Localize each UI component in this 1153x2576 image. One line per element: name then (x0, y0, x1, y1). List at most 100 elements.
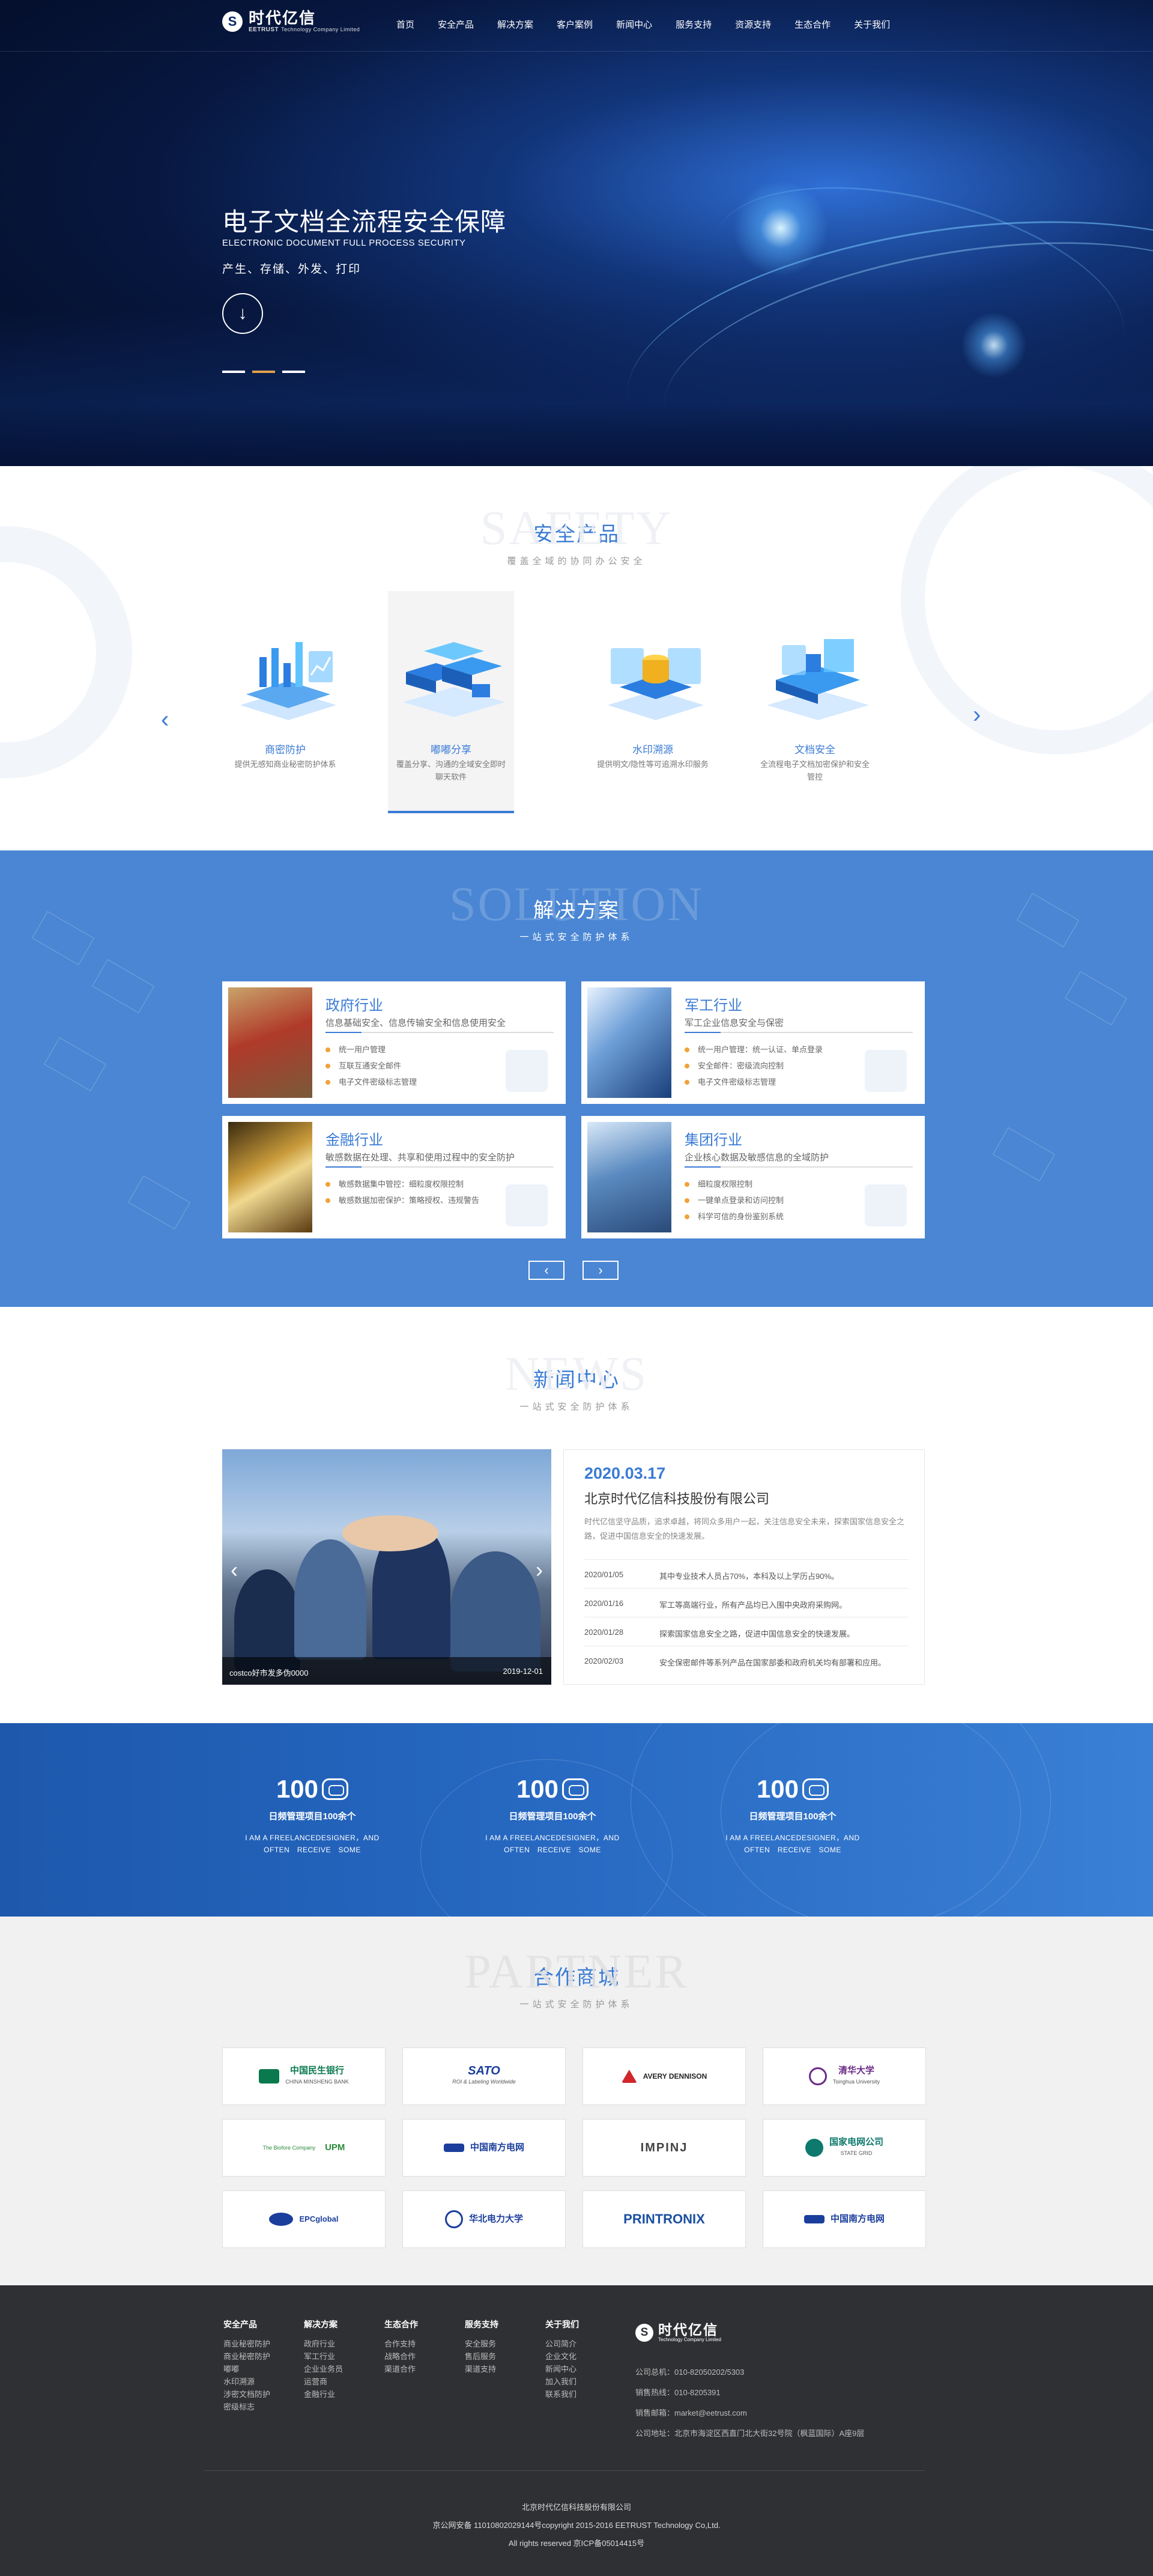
chevron-left-icon[interactable]: ‹ (161, 706, 169, 733)
chevron-left-icon[interactable]: ‹ (231, 1557, 238, 1583)
news-row[interactable]: 2020/02/03 安全保密邮件等系列产品在国家部委和政府机关均有部署和应用。 (584, 1646, 909, 1674)
next-button[interactable]: › (583, 1261, 619, 1280)
carousel-dot[interactable] (282, 371, 305, 373)
partner-logo-csg[interactable]: 中国南方电网 (763, 2190, 926, 2248)
footer-link[interactable]: 联系我们 (545, 2388, 579, 2401)
solution-card[interactable]: 政府行业 信息基础安全、信息传输安全和信息使用安全 统一用户管理 互联互通安全邮… (222, 981, 566, 1104)
arrow-down-icon[interactable]: ↓ (222, 293, 263, 334)
list-item: 互联互通安全邮件 (325, 1058, 417, 1074)
footer-link[interactable]: 金融行业 (304, 2388, 343, 2401)
footer-link[interactable]: 合作支持 (384, 2338, 418, 2350)
prev-button[interactable]: ‹ (528, 1261, 564, 1280)
logo-mark-icon: S (222, 11, 243, 32)
chevron-right-icon[interactable]: › (536, 1557, 543, 1583)
solution-card[interactable]: 金融行业 敏感数据在处理、共享和使用过程中的安全防护 敏感数据集中管控：细粒度权… (222, 1116, 566, 1238)
partner-logo-stategrid[interactable]: 国家电网公司 STATE GRID (763, 2119, 926, 2177)
carousel-dots (222, 371, 312, 373)
list-item: 电子文件密级标志管理 (325, 1074, 417, 1090)
footer-link[interactable]: 渠道合作 (384, 2363, 418, 2375)
chart-platform-icon (240, 642, 336, 720)
footer-link[interactable]: 水印溯源 (223, 2375, 270, 2388)
solution-card[interactable]: 集团行业 企业核心数据及敏感信息的全域防护 细粒度权限控制 一键单点登录和访问控… (581, 1116, 925, 1238)
news-row[interactable]: 2020/01/16 军工等高端行业，所有产品均已入围中央政府采购网。 (584, 1588, 909, 1617)
partner-section: PARTNER 合作商城 一站式安全防护体系 中国民生银行 CHINA MINSH… (0, 1917, 1153, 2285)
footer-link[interactable]: 企业文化 (545, 2350, 579, 2363)
partner-logo-impinj[interactable]: IMPINJ (583, 2119, 746, 2177)
divider (325, 1166, 554, 1168)
heading-ghost-text: NEWS (504, 1348, 649, 1401)
logo-text-en: EETRUST Technology Company Limited (249, 26, 360, 33)
footer-email: 销售邮箱：market@eetrust.com (635, 2408, 747, 2417)
site-logo[interactable]: S 时代亿信 EETRUST Technology Company Limited (222, 10, 360, 33)
footer-link[interactable]: 运营商 (304, 2375, 343, 2388)
government-building-photo (228, 987, 312, 1098)
solution-card[interactable]: 军工行业 军工企业信息安全与保密 统一用户管理：统一认证、单点登录 安全邮件：密… (581, 981, 925, 1104)
footer-logo[interactable]: S 时代亿信 Technology Company Limited (635, 2323, 721, 2342)
product-card[interactable]: 水印溯源 提供明文/隐性等可追溯水印服务 (590, 591, 716, 813)
nav-products[interactable]: 安全产品 (438, 18, 474, 31)
list-item: 科学可信的身份鉴别系统 (685, 1208, 784, 1225)
nav-resources[interactable]: 资源支持 (735, 18, 771, 31)
footer-link[interactable]: 商业秘密防护 (223, 2350, 270, 2363)
footer-logo-text: 时代亿信 (658, 2322, 718, 2338)
news-row[interactable]: 2020/01/05 其中专业技术人员占70%，本科及以上学历占90%。 (584, 1559, 909, 1588)
carousel-dot[interactable] (222, 371, 245, 373)
footer-link[interactable]: 安全服务 (465, 2338, 498, 2350)
divider (685, 1032, 913, 1033)
solution-sub: 企业核心数据及敏感信息的全域防护 (685, 1153, 829, 1163)
section-heading: NEWS 新闻中心 一站式安全防护体系 (0, 1350, 1153, 1413)
footer-logo-en: Technology Company Limited (658, 2337, 721, 2342)
chevron-right-icon[interactable]: › (973, 702, 981, 729)
nav-about[interactable]: 关于我们 (854, 18, 890, 31)
partner-logo-minsheng[interactable]: 中国民生银行 CHINA MINSHENG BANK (222, 2047, 386, 2105)
footer-link[interactable]: 战略合作 (384, 2350, 418, 2363)
footer-link[interactable]: 渠道支持 (465, 2363, 498, 2375)
footer-link[interactable]: 涉密文档防护 (223, 2388, 270, 2401)
nav-home[interactable]: 首页 (396, 18, 414, 31)
news-row[interactable]: 2020/01/28 探索国家信息安全之路，促进中国信息安全的快速发展。 (584, 1617, 909, 1646)
footer-link[interactable]: 售后服务 (465, 2350, 498, 2363)
partner-logo-printronix[interactable]: PRINTRONIX (583, 2190, 746, 2248)
footer-link[interactable]: 企业业务员 (304, 2363, 343, 2375)
bg-hexagon (44, 1037, 106, 1092)
footer-column-title: 关于我们 (545, 2320, 579, 2329)
partner-logo-ncepu[interactable]: 华北电力大学 (402, 2190, 566, 2248)
partner-logo-upm[interactable]: The Biofore Company UPM (222, 2119, 386, 2177)
news-photo[interactable]: ‹ › costco好市发多伪0000 2019-12-01 (222, 1449, 551, 1685)
footer-link[interactable]: 嘟嘟 (223, 2363, 270, 2375)
partner-logo-sato[interactable]: SATO ROI & Labeling Worldwide (402, 2047, 566, 2105)
footer-column-title: 服务支持 (465, 2320, 498, 2329)
main-nav: 首页 安全产品 解决方案 客户案例 新闻中心 服务支持 资源支持 生态合作 关于… (396, 18, 913, 31)
footer-link[interactable]: 密级标志 (223, 2401, 270, 2413)
footer-link[interactable]: 商业秘密防护 (223, 2338, 270, 2350)
footer-link[interactable]: 政府行业 (304, 2338, 343, 2350)
photo-caption: costco好市发多伪0000 (229, 1668, 309, 1677)
hero-banner: S 时代亿信 EETRUST Technology Company Limited… (0, 0, 1153, 466)
nav-service[interactable]: 服务支持 (676, 18, 712, 31)
chat-bubble-icon (562, 1778, 589, 1800)
nav-ecosystem[interactable]: 生态合作 (794, 18, 831, 31)
product-card[interactable]: 文档安全 全流程电子文档加密保护和安全管控 (752, 591, 878, 813)
carousel-dot-active[interactable] (252, 371, 275, 373)
solution-list: 细粒度权限控制 一键单点登录和访问控制 科学可信的身份鉴别系统 (685, 1176, 784, 1225)
solution-list: 统一用户管理：统一认证、单点登录 安全邮件：密级流向控制 电子文件密级标志管理 (685, 1041, 823, 1090)
product-card-active[interactable]: 嘟嘟分享 覆盖分享、沟通的全域安全即时聊天软件 (388, 591, 514, 813)
hero-description: 产生、存储、外发、打印 (222, 263, 362, 276)
stat-block: 100 日频管理项目100余个 I AM A FREELANCEDESIGNER… (240, 1775, 384, 1856)
footer-link[interactable]: 新闻中心 (545, 2363, 579, 2375)
footer-link[interactable]: 军工行业 (304, 2350, 343, 2363)
headline-company[interactable]: 北京时代亿信科技股份有限公司 (584, 1488, 769, 1508)
nav-cases[interactable]: 客户案例 (557, 18, 593, 31)
nav-news[interactable]: 新闻中心 (616, 18, 652, 31)
footer-link[interactable]: 加入我们 (545, 2375, 579, 2388)
nav-solutions[interactable]: 解决方案 (497, 18, 533, 31)
partner-logo-avery[interactable]: AVERY DENNISON (583, 2047, 746, 2105)
partner-logo-csg[interactable]: 中国南方电网 (402, 2119, 566, 2177)
product-card[interactable]: 商密防护 提供无感知商业秘密防护体系 (222, 591, 348, 813)
list-item: 敏感数据集中管控：细粒度权限控制 (325, 1176, 479, 1192)
solution-list: 敏感数据集中管控：细粒度权限控制 敏感数据加密保护：策略授权、违规警告 (325, 1176, 479, 1208)
partner-logo-tsinghua[interactable]: 清华大学 Tsinghua University (763, 2047, 926, 2105)
partner-logo-epcglobal[interactable]: EPCglobal (222, 2190, 386, 2248)
footer-rights: All rights reserved 京ICP备05014415号 (508, 2539, 645, 2548)
footer-link[interactable]: 公司简介 (545, 2338, 579, 2350)
